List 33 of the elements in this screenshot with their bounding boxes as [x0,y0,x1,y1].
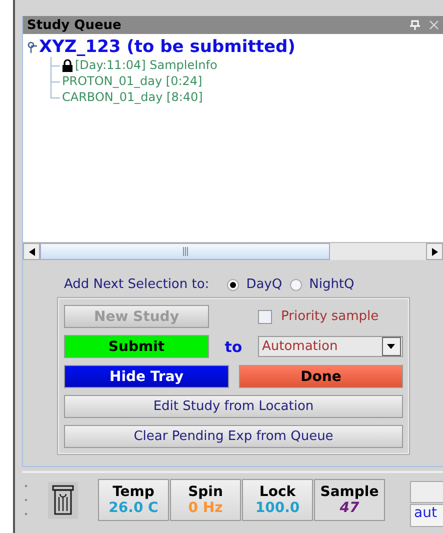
tree-item[interactable]: [Day:11:04] SampleInfo [75,58,218,72]
priority-checkbox[interactable]: Priority sample [258,309,403,324]
left-arrow-icon [28,248,34,256]
pin-icon[interactable] [410,20,420,30]
status-button[interactable]: Sample 47 [314,479,385,521]
scrollbar-thumb[interactable] [40,243,330,260]
study-title[interactable]: XYZ_123 (to be submitted) [39,37,296,57]
tree-item[interactable]: PROTON_01_day [0:24] [62,74,202,88]
tree-item[interactable]: CARBON_01_day [8:40] [62,90,203,104]
queue-action-button[interactable]: Clear Pending Exp from Queue [64,425,403,448]
dropdown-caret-icon [387,344,396,349]
add-next-label: Add Next Selection to: [64,277,210,292]
tree-connector-line [50,56,60,74]
queue-radio[interactable]: NightQ [290,277,354,292]
side-field[interactable]: aut [410,504,443,527]
action-button[interactable]: Hide Tray [64,365,229,388]
queue-dropdown[interactable]: Automation [258,336,403,357]
tree-node-icon[interactable] [27,41,37,53]
right-arrow-icon [432,248,438,256]
submit-button[interactable]: Submit [64,335,209,358]
queue-action-button[interactable]: Edit Study from Location [64,395,403,418]
status-button[interactable]: Temp 26.0 C [98,479,169,521]
status-button[interactable]: Lock 100.0 [242,479,313,521]
action-button[interactable]: Done [239,365,403,388]
trash-button[interactable] [48,482,78,518]
scroll-right-button[interactable] [426,243,443,260]
scroll-left-button[interactable] [23,243,40,260]
status-button[interactable]: Spin 0 Hz [170,479,241,521]
panel-title: Study Queue [27,18,122,32]
trash-icon [52,485,74,515]
close-icon[interactable] [429,20,439,30]
queue-radio[interactable]: DayQ [227,277,282,292]
to-label: to [224,338,242,356]
